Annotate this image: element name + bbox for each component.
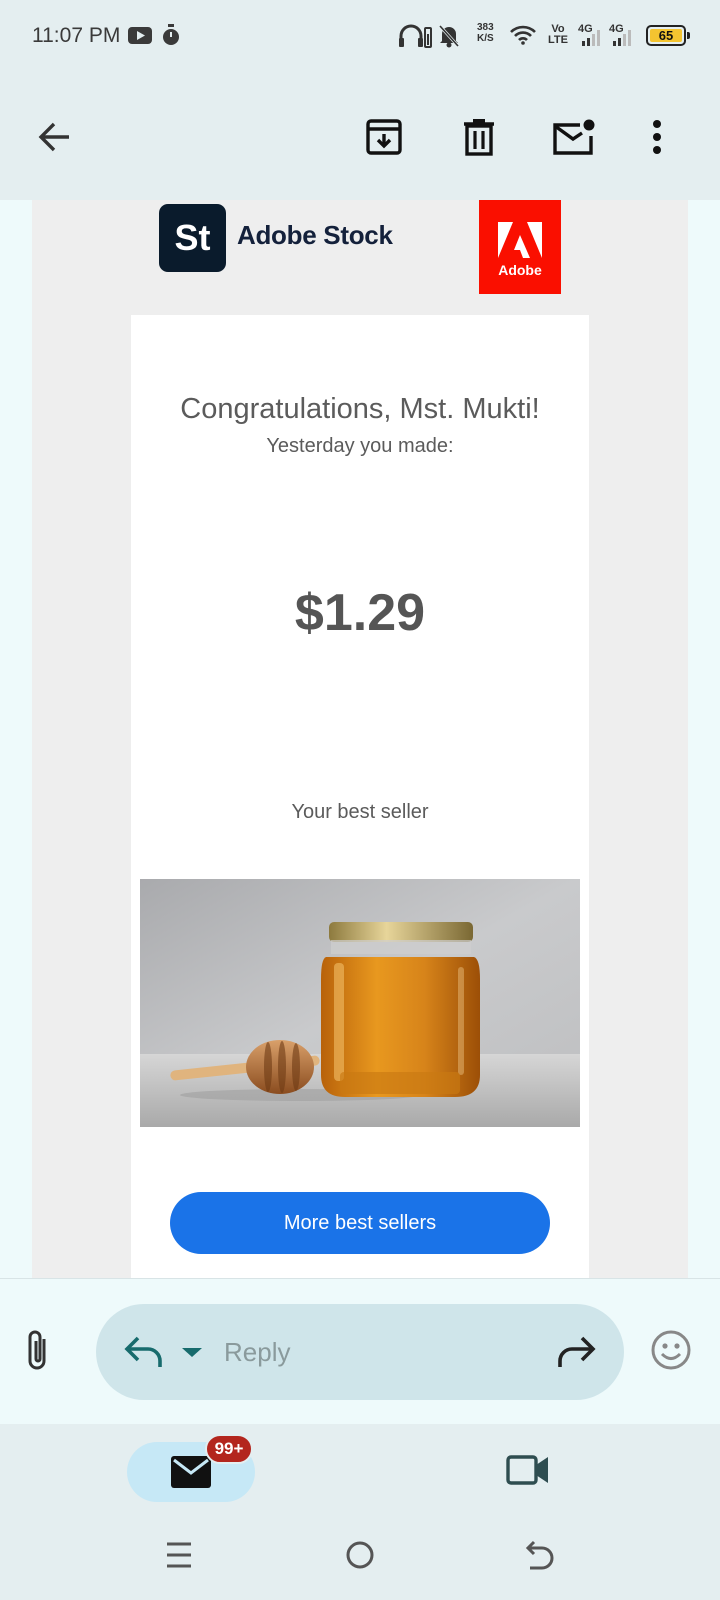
earnings-card: Congratulations, Mst. Mukti! Yesterday y… bbox=[131, 315, 589, 1278]
delete-icon bbox=[464, 119, 494, 156]
emoji-icon bbox=[651, 1330, 691, 1370]
reply-button[interactable] bbox=[124, 1334, 164, 1375]
reply-placeholder: Reply bbox=[224, 1337, 291, 1367]
best-seller-image[interactable] bbox=[140, 879, 580, 1127]
system-navigation bbox=[0, 1518, 720, 1600]
home-circle-icon bbox=[346, 1541, 374, 1569]
forward-button[interactable] bbox=[556, 1334, 596, 1375]
signal-icon bbox=[613, 30, 631, 46]
mail-icon bbox=[171, 1456, 211, 1488]
more-best-sellers-button[interactable]: More best sellers bbox=[170, 1192, 550, 1254]
best-seller-label: Your best seller bbox=[291, 801, 429, 823]
wifi-icon bbox=[510, 25, 536, 45]
mail-tab[interactable]: 99+ bbox=[127, 1434, 255, 1502]
system-back-button[interactable] bbox=[525, 1540, 555, 1575]
mark-unread-icon bbox=[553, 119, 595, 155]
bell-muted-icon bbox=[438, 24, 460, 48]
bottom-navigation: 99+ bbox=[0, 1424, 720, 1518]
reply-options-chevron-icon[interactable] bbox=[182, 1348, 202, 1357]
greeting-heading: Congratulations, Mst. Mukti! bbox=[180, 393, 540, 425]
forward-icon bbox=[558, 1336, 596, 1367]
battery-indicator: 65 bbox=[646, 25, 686, 46]
honey-jar-illustration bbox=[140, 879, 580, 1127]
adobe-a-icon bbox=[498, 222, 542, 258]
battery-level: 65 bbox=[658, 28, 674, 43]
unread-count-badge: 99+ bbox=[205, 1434, 253, 1464]
timer-icon bbox=[163, 24, 179, 45]
volte-indicator: Vo LTE bbox=[548, 24, 568, 46]
archive-button[interactable] bbox=[360, 113, 408, 161]
attach-button[interactable] bbox=[26, 1329, 50, 1376]
adobe-wordmark: Adobe bbox=[498, 262, 542, 278]
more-vert-icon bbox=[653, 120, 661, 154]
meet-tab[interactable] bbox=[506, 1454, 550, 1491]
delete-button[interactable] bbox=[455, 113, 503, 161]
back-arrow-icon bbox=[38, 122, 69, 152]
reply-bar: Reply bbox=[0, 1278, 720, 1424]
recent-apps-button[interactable] bbox=[165, 1540, 193, 1575]
home-button[interactable] bbox=[345, 1540, 375, 1575]
mark-unread-button[interactable] bbox=[550, 113, 598, 161]
adobe-stock-name: Adobe Stock bbox=[237, 220, 393, 250]
email-body: St Adobe Stock Adobe Congratulations, Ms… bbox=[0, 200, 720, 1278]
volte-bottom: LTE bbox=[548, 34, 568, 46]
emoji-button[interactable] bbox=[650, 1329, 692, 1376]
adobe-logo[interactable]: Adobe bbox=[479, 200, 561, 294]
back-button[interactable] bbox=[30, 113, 78, 161]
earnings-amount: $1.29 bbox=[294, 584, 426, 642]
archive-icon bbox=[366, 119, 402, 155]
headphones-icon bbox=[399, 24, 432, 48]
signal-icon bbox=[582, 30, 600, 46]
reply-icon bbox=[124, 1336, 162, 1367]
status-bar: 11:07 PM 383 K/S Vo LTE 4G 4G 65 bbox=[0, 0, 720, 75]
attachment-icon bbox=[28, 1330, 46, 1370]
network-speed: 383 K/S bbox=[477, 22, 494, 44]
earnings-subtitle: Yesterday you made: bbox=[266, 435, 454, 457]
status-time: 11:07 PM bbox=[32, 24, 121, 47]
reply-compose-field[interactable]: Reply bbox=[96, 1304, 624, 1400]
network-speed-unit: K/S bbox=[477, 33, 494, 44]
youtube-icon bbox=[128, 27, 152, 44]
menu-icon bbox=[167, 1542, 191, 1568]
back-gesture-icon bbox=[525, 1540, 554, 1570]
more-options-button[interactable] bbox=[633, 113, 681, 161]
app-bar bbox=[0, 75, 720, 200]
video-camera-icon bbox=[506, 1455, 548, 1485]
adobe-stock-logo[interactable]: St bbox=[159, 204, 226, 272]
network-speed-value: 383 bbox=[477, 22, 494, 33]
